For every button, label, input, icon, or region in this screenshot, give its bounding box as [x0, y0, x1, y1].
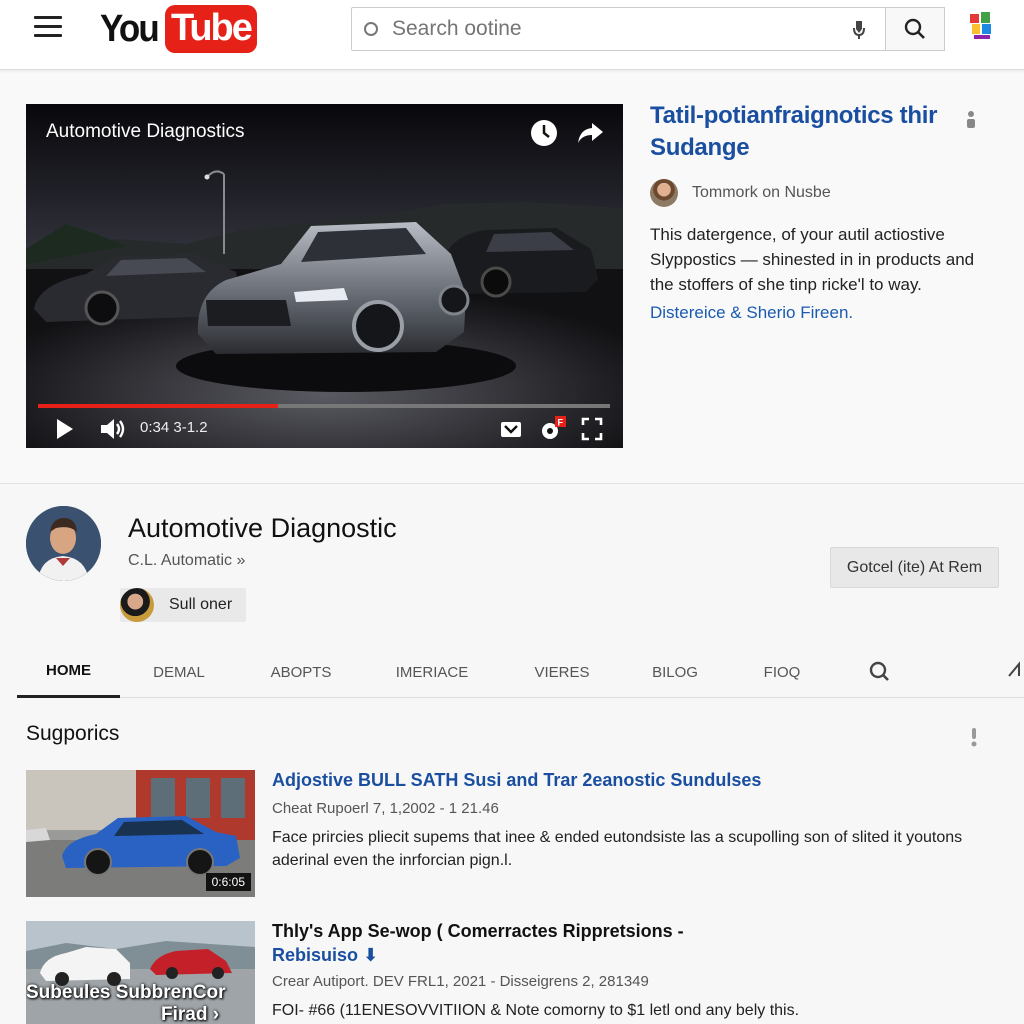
channel-subtitle[interactable]: C.L. Automatic »	[128, 552, 245, 570]
channel-avatar[interactable]	[26, 506, 101, 581]
time-display: 0:34 3-1.2	[140, 419, 208, 436]
apps-grid-icon[interactable]	[966, 10, 998, 46]
video-meta: Crear Autiport. DEV FRL1, 2021 - Disseig…	[272, 973, 649, 990]
search-icon	[904, 18, 925, 39]
svg-text:F: F	[558, 418, 564, 428]
search-input[interactable]	[392, 17, 832, 41]
channel-tabs: HOME DEMAL ABOPTS IMERIACE VIERES BILOG …	[17, 646, 1024, 698]
video-thumbnail[interactable]: Subeules SubbrenCor Firad ›	[26, 921, 255, 1024]
side-author[interactable]: Tommork on Nusbe	[650, 179, 831, 207]
fullscreen-icon[interactable]	[581, 416, 603, 442]
video-meta: Cheat Rupoerl 7, 1,2002 - 1 21.46	[272, 800, 499, 817]
tab-imeriace[interactable]: IMERIACE	[382, 646, 482, 698]
share-arrow-icon[interactable]	[576, 120, 604, 146]
tab-abopts[interactable]: ABOPTS	[257, 646, 345, 698]
video-description: FOI- #66 (11ENESOVVITIION & Note comorny…	[272, 1002, 800, 1019]
captions-icon[interactable]	[500, 416, 522, 442]
microphone-icon[interactable]	[847, 18, 871, 42]
video-description: Face prircies pliecit supems that inee &…	[272, 829, 963, 869]
video-thumbnail[interactable]: 0:6:05	[26, 770, 255, 897]
tab-vieres[interactable]: VIERES	[517, 646, 607, 698]
thumbnail-caption-line2: Firad ›	[161, 1004, 220, 1024]
tab-bilog[interactable]: BILOG	[637, 646, 713, 698]
subscribe-button[interactable]: Gotcel (ite) At Rem	[830, 547, 999, 588]
watch-later-clock-icon[interactable]	[530, 119, 558, 147]
progress-bar-fill	[38, 404, 279, 408]
channel-avatar-image	[26, 506, 101, 581]
section-title: Sugporics	[26, 722, 120, 745]
video-title[interactable]: Adjostive BULL SATH Susi and Trar 2eanos…	[272, 770, 761, 791]
logo-text-tube: Tube	[164, 5, 257, 53]
tab-home[interactable]: HOME	[17, 646, 120, 698]
tab-search-icon[interactable]	[862, 646, 898, 698]
side-link[interactable]: Distereice & Sherio Fireen.	[650, 303, 853, 323]
video-title-continued[interactable]: Rebisuiso ⬇	[272, 945, 378, 966]
side-description: This datergence, of your autil actiostiv…	[650, 225, 975, 294]
video-player[interactable]: Automotive Diagnostics 0:34 3-1.2 F	[26, 104, 623, 448]
author-avatar	[650, 179, 678, 207]
thumbnail-caption-line1: Subeules SubbrenCor	[26, 982, 226, 1003]
channel-name: Automotive Diagnostic	[128, 513, 397, 543]
more-options-icon[interactable]	[964, 108, 978, 132]
top-bar: You Tube	[0, 0, 1024, 70]
video-duration: 0:6:05	[205, 873, 251, 891]
thumbnail-caption: Subeules SubbrenCor Firad ›	[26, 982, 226, 1024]
author-name: Tommork on Nusbe	[692, 184, 831, 201]
side-video-title[interactable]: Tatil-potianfraignotics thir Sudange	[650, 100, 950, 164]
tab-demal[interactable]: DEMAL	[135, 646, 223, 698]
logo-text-you: You	[100, 7, 160, 50]
progress-bar[interactable]	[38, 404, 610, 408]
chip-label: Sull oner	[169, 596, 233, 613]
video-title[interactable]: Thly's App Se-wop ( Comerractes Ripprets…	[272, 921, 684, 942]
video-frame-image	[26, 104, 623, 448]
hamburger-menu-icon[interactable]	[34, 16, 64, 38]
volume-icon[interactable]	[99, 416, 127, 442]
tab-fioq[interactable]: FIOQ	[747, 646, 817, 698]
player-video-title: Automotive Diagnostics	[46, 121, 245, 142]
subscriber-chip[interactable]: Sull oner	[120, 588, 246, 622]
play-icon[interactable]	[54, 416, 76, 442]
search-button[interactable]	[885, 7, 945, 51]
youtube-logo[interactable]: You Tube	[100, 4, 257, 54]
settings-gear-icon[interactable]: F	[538, 416, 566, 442]
scroll-tabs-right-icon[interactable]	[1005, 646, 1024, 698]
search-hint-icon	[364, 22, 378, 36]
section-more-icon[interactable]	[968, 726, 980, 748]
chip-avatar	[120, 588, 154, 622]
search-box	[351, 7, 886, 51]
